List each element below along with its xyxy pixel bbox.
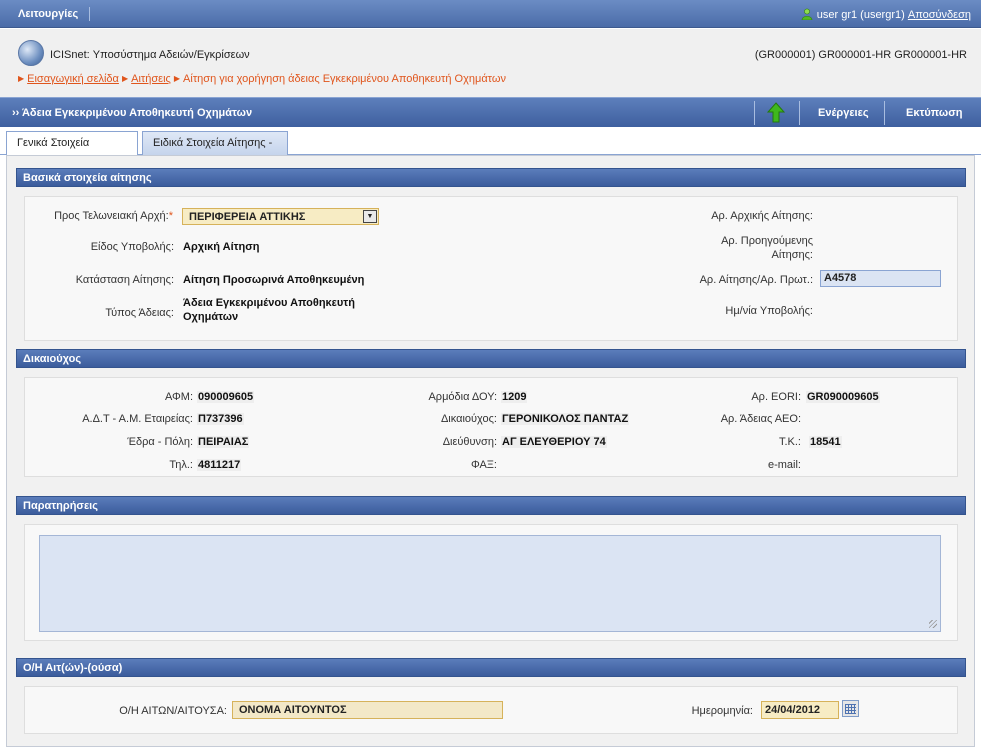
top-bar: Λειτουργίες user gr1 (usergr1) Αποσύνδεσ…	[0, 0, 981, 28]
beneficiary-header: Δικαιούχος	[16, 349, 966, 368]
afm-label: ΑΦΜ:	[164, 391, 193, 403]
user-name: user gr1 (usergr1)	[816, 9, 905, 21]
status-label: Κατάσταση Αίτησης:	[75, 274, 174, 286]
customs-authority-value: ΠΕΡΙΦΕΡΕΙΑ ΑΤΤΙΚΗΣ	[189, 211, 306, 223]
triangle-right-icon: ▶	[18, 74, 25, 83]
remarks-header: Παρατηρήσεις	[16, 496, 966, 515]
doy-label: Αρμόδια ΔΟΥ:	[428, 391, 497, 403]
afm-value: 090009605	[197, 391, 255, 403]
divider	[754, 101, 755, 125]
previous-application-label-line1: Αρ. Προηγούμενης	[721, 235, 813, 247]
customs-authority-label: Προς Τελωνειακή Αρχή:*	[54, 210, 173, 222]
application-number-label: Αρ. Αίτησης/Αρ. Πρωτ.:	[699, 274, 813, 286]
triangle-right-icon: ▶	[173, 74, 181, 83]
phone-value: 4811217	[197, 459, 242, 471]
city-value: ΠΕΙΡΑΙΑΣ	[197, 436, 250, 448]
previous-application-label-line2: Αίτησης:	[771, 249, 813, 261]
breadcrumb-home-link[interactable]: Εισαγωγική σελίδα	[27, 73, 119, 85]
section-title: ›› Άδεια Εγκεκριμένου Αποθηκευτή Οχημάτω…	[12, 107, 253, 119]
breadcrumb-current: Αίτηση για χορήγηση άδειας Εγκεκριμένου …	[183, 73, 506, 85]
actions-button[interactable]: Ενέργειες	[818, 107, 869, 119]
divider	[884, 101, 885, 125]
section-toolbar: ›› Άδεια Εγκεκριμένου Αποθηκευτή Οχημάτω…	[0, 97, 981, 127]
date-label: Ημερομηνία:	[691, 705, 753, 717]
tab-general[interactable]: Γενικά Στοιχεία Αίτησης	[6, 131, 138, 171]
applicant-header: Ο/Η Αιτ(ών)-(ούσα)	[16, 658, 966, 677]
user-icon	[801, 8, 813, 20]
breadcrumb: ▶ Εισαγωγική σελίδα ▶ Αιτήσεις ▶ Αίτηση για…	[18, 73, 506, 85]
beneficiary-panel: ΑΦΜ: 090009605 Α.Δ.Τ - Α.Μ. Εταιρείας: Π…	[24, 377, 958, 477]
doy-value: 1209	[501, 391, 528, 403]
application-number-field[interactable]: A4578	[820, 270, 941, 287]
basic-info-panel: Προς Τελωνειακή Αρχή:* ΠΕΡΙΦΕΡΕΙΑ ΑΤΤΙΚΗ…	[24, 196, 958, 341]
divider	[799, 101, 800, 125]
phone-label: Τηλ.:	[169, 459, 193, 471]
submission-type-value: Αρχική Αίτηση	[183, 241, 260, 253]
remarks-textarea[interactable]	[39, 535, 941, 632]
print-button[interactable]: Εκτύπωση	[906, 107, 962, 119]
basic-info-header: Βασικά στοιχεία αίτησης	[16, 168, 966, 187]
globe-logo-icon	[18, 40, 44, 66]
holder-value: ΓΕΡΟΝΙΚΟΛΟΣ ΠΑΝΤΑΖ	[501, 413, 630, 425]
permit-type-value-line2: Οχημάτων	[183, 311, 239, 323]
date-field[interactable]: 24/04/2012	[761, 701, 839, 719]
form-content: Βασικά στοιχεία αίτησης Προς Τελωνειακή …	[6, 155, 975, 747]
address-value: ΑΓ ΕΛΕΥΘΕΡΙΟΥ 74	[501, 436, 607, 448]
permit-type-label: Τύπος Άδειας:	[105, 307, 174, 319]
fax-label: ΦΑΞ:	[470, 459, 497, 471]
initial-application-label: Αρ. Αρχικής Αίτησης:	[711, 210, 813, 222]
applicant-name-field[interactable]: ΟΝΟΜΑ ΑΙΤΟΥΝΤΟΣ	[232, 701, 503, 719]
user-area: user gr1 (usergr1) Αποσύνδεση	[801, 8, 971, 21]
calendar-icon[interactable]	[842, 700, 859, 717]
holder-label: Δικαιούχος:	[440, 413, 497, 425]
chevron-down-icon[interactable]: ▼	[363, 210, 377, 223]
status-value: Αίτηση Προσωρινά Αποθηκευμένη	[183, 274, 365, 286]
permit-type-value-line1: Άδεια Εγκεκριμένου Αποθηκευτή	[183, 297, 355, 309]
aeo-label: Αρ. Άδειας ΑΕΟ:	[720, 413, 801, 425]
email-label: e-mail:	[767, 459, 801, 471]
logout-link[interactable]: Αποσύνδεση	[908, 9, 971, 21]
tk-value: 18541	[809, 436, 842, 448]
tab-specific[interactable]: Ειδικά Στοιχεία Αίτησης - 1	[142, 131, 288, 171]
applicant-name-label: Ο/Η ΑΙΤΩΝ/ΑΙΤΟΥΣΑ:	[119, 705, 227, 717]
eori-value: GR090009605	[806, 391, 880, 403]
tab-strip: Γενικά Στοιχεία Αίτησης Ειδικά Στοιχεία …	[0, 127, 981, 171]
app-header: ICISnet: Υποσύστημα Αδειών/Εγκρίσεων (GR…	[0, 29, 981, 97]
eori-label: Αρ. EORI:	[751, 391, 801, 403]
adt-value: Π737396	[197, 413, 244, 425]
submission-date-label: Ημ/νία Υποβολής:	[725, 305, 813, 317]
breadcrumb-applications-link[interactable]: Αιτήσεις	[131, 73, 171, 85]
triangle-right-icon: ▶	[121, 74, 129, 83]
customs-authority-select[interactable]: ΠΕΡΙΦΕΡΕΙΑ ΑΤΤΙΚΗΣ ▼	[182, 208, 379, 225]
submission-type-label: Είδος Υποβολής:	[90, 241, 174, 253]
up-arrow-icon[interactable]	[766, 102, 786, 124]
resize-grip-icon[interactable]	[929, 620, 937, 628]
operations-menu[interactable]: Λειτουργίες	[18, 8, 78, 20]
city-label: Έδρα - Πόλη:	[127, 436, 193, 448]
address-label: Διεύθυνση:	[442, 436, 497, 448]
tk-label: Τ.Κ.:	[778, 436, 801, 448]
divider	[89, 7, 90, 21]
office-info: (GR000001) GR000001-HR GR000001-HR	[754, 49, 967, 61]
adt-label: Α.Δ.Τ - Α.Μ. Εταιρείας:	[82, 413, 193, 425]
app-title: ICISnet: Υποσύστημα Αδειών/Εγκρίσεων	[50, 49, 250, 61]
